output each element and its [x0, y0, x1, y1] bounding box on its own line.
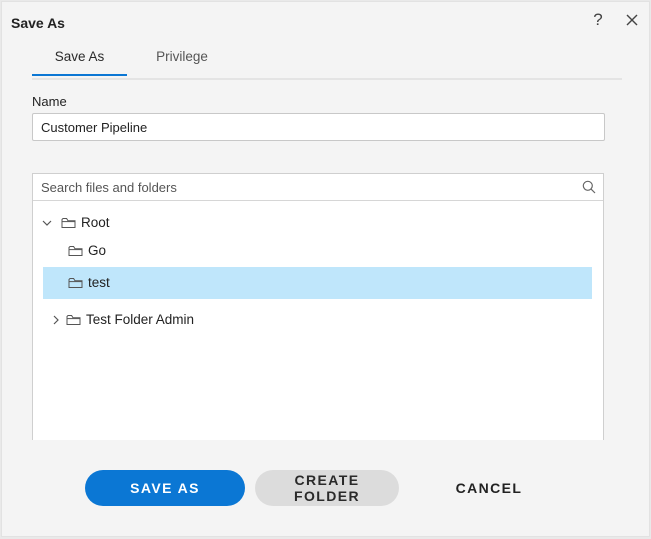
folder-icon [61, 218, 76, 228]
chevron-right-icon[interactable] [51, 315, 61, 325]
search-input[interactable] [33, 174, 603, 201]
save-as-dialog: Save As ? Save As Privilege Name Root [1, 1, 650, 537]
name-input[interactable] [32, 113, 605, 141]
tab-bar: Save As Privilege [32, 42, 622, 80]
dialog-title: Save As [11, 15, 65, 31]
tab-save-as[interactable]: Save As [32, 42, 127, 76]
tree-item-label: test [88, 275, 110, 290]
file-browser: Root Go test Te [32, 173, 604, 440]
tree-item-go[interactable]: Go [33, 235, 603, 267]
search-icon[interactable] [582, 180, 596, 194]
folder-icon [68, 246, 83, 256]
save-as-button[interactable]: SAVE AS [85, 470, 245, 506]
cancel-button[interactable]: CANCEL [434, 470, 544, 506]
name-label: Name [32, 94, 67, 109]
tree-item-label: Go [88, 243, 107, 258]
create-folder-button[interactable]: CREATE FOLDER [255, 470, 399, 506]
tree-item-label: Test Folder Admin [86, 312, 195, 327]
chevron-down-icon[interactable] [42, 218, 52, 228]
help-icon[interactable]: ? [589, 10, 607, 30]
close-icon[interactable] [624, 12, 640, 28]
tree-item-test[interactable]: test [43, 267, 592, 299]
tab-privilege[interactable]: Privilege [137, 42, 227, 74]
tree-item-test-folder-admin[interactable]: Test Folder Admin [33, 304, 603, 336]
folder-icon [66, 315, 81, 325]
folder-icon [68, 278, 83, 288]
